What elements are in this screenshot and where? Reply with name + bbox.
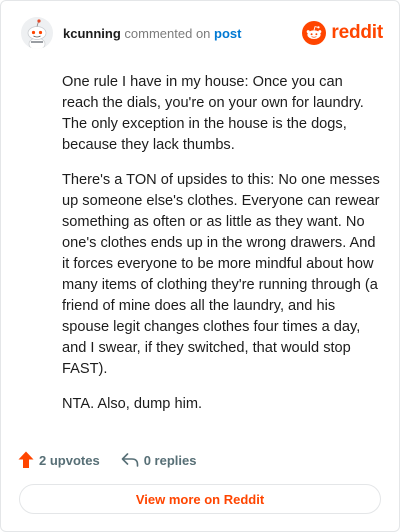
comment-byline: kcunning commented on post: [63, 26, 241, 42]
comment-paragraph: There's a TON of upsides to this: No one…: [62, 172, 380, 377]
reply-button[interactable]: 0 replies: [121, 452, 197, 468]
view-more-button[interactable]: View more on Reddit: [19, 484, 381, 514]
post-link[interactable]: post: [214, 26, 241, 41]
logo-text: reddit: [331, 22, 383, 43]
comment-paragraph: One rule I have in my house: Once you ca…: [62, 74, 364, 153]
comment-body: One rule I have in my house: Once you ca…: [62, 72, 382, 429]
reply-arrow-icon: [121, 453, 138, 467]
user-avatar[interactable]: [21, 17, 53, 49]
comment-actions: 2 upvotes 0 replies: [18, 450, 196, 470]
comment-paragraph: NTA. Also, dump him.: [62, 396, 203, 412]
upvote-arrow-icon: [18, 451, 34, 468]
upvotes-count: 2 upvotes: [39, 452, 100, 468]
reddit-snoo-icon: [302, 21, 327, 45]
upvote-button[interactable]: 2 upvotes: [18, 451, 100, 469]
comment-embed-card: kcunning commented on post reddit One ru…: [0, 0, 400, 532]
comment-header: kcunning commented on post reddit: [21, 17, 383, 49]
username-link[interactable]: kcunning: [63, 26, 121, 41]
snoo-avatar-icon: [21, 17, 53, 49]
action-text: commented on: [124, 26, 211, 41]
replies-count: 0 replies: [143, 452, 197, 468]
reddit-logo[interactable]: reddit: [302, 20, 383, 46]
